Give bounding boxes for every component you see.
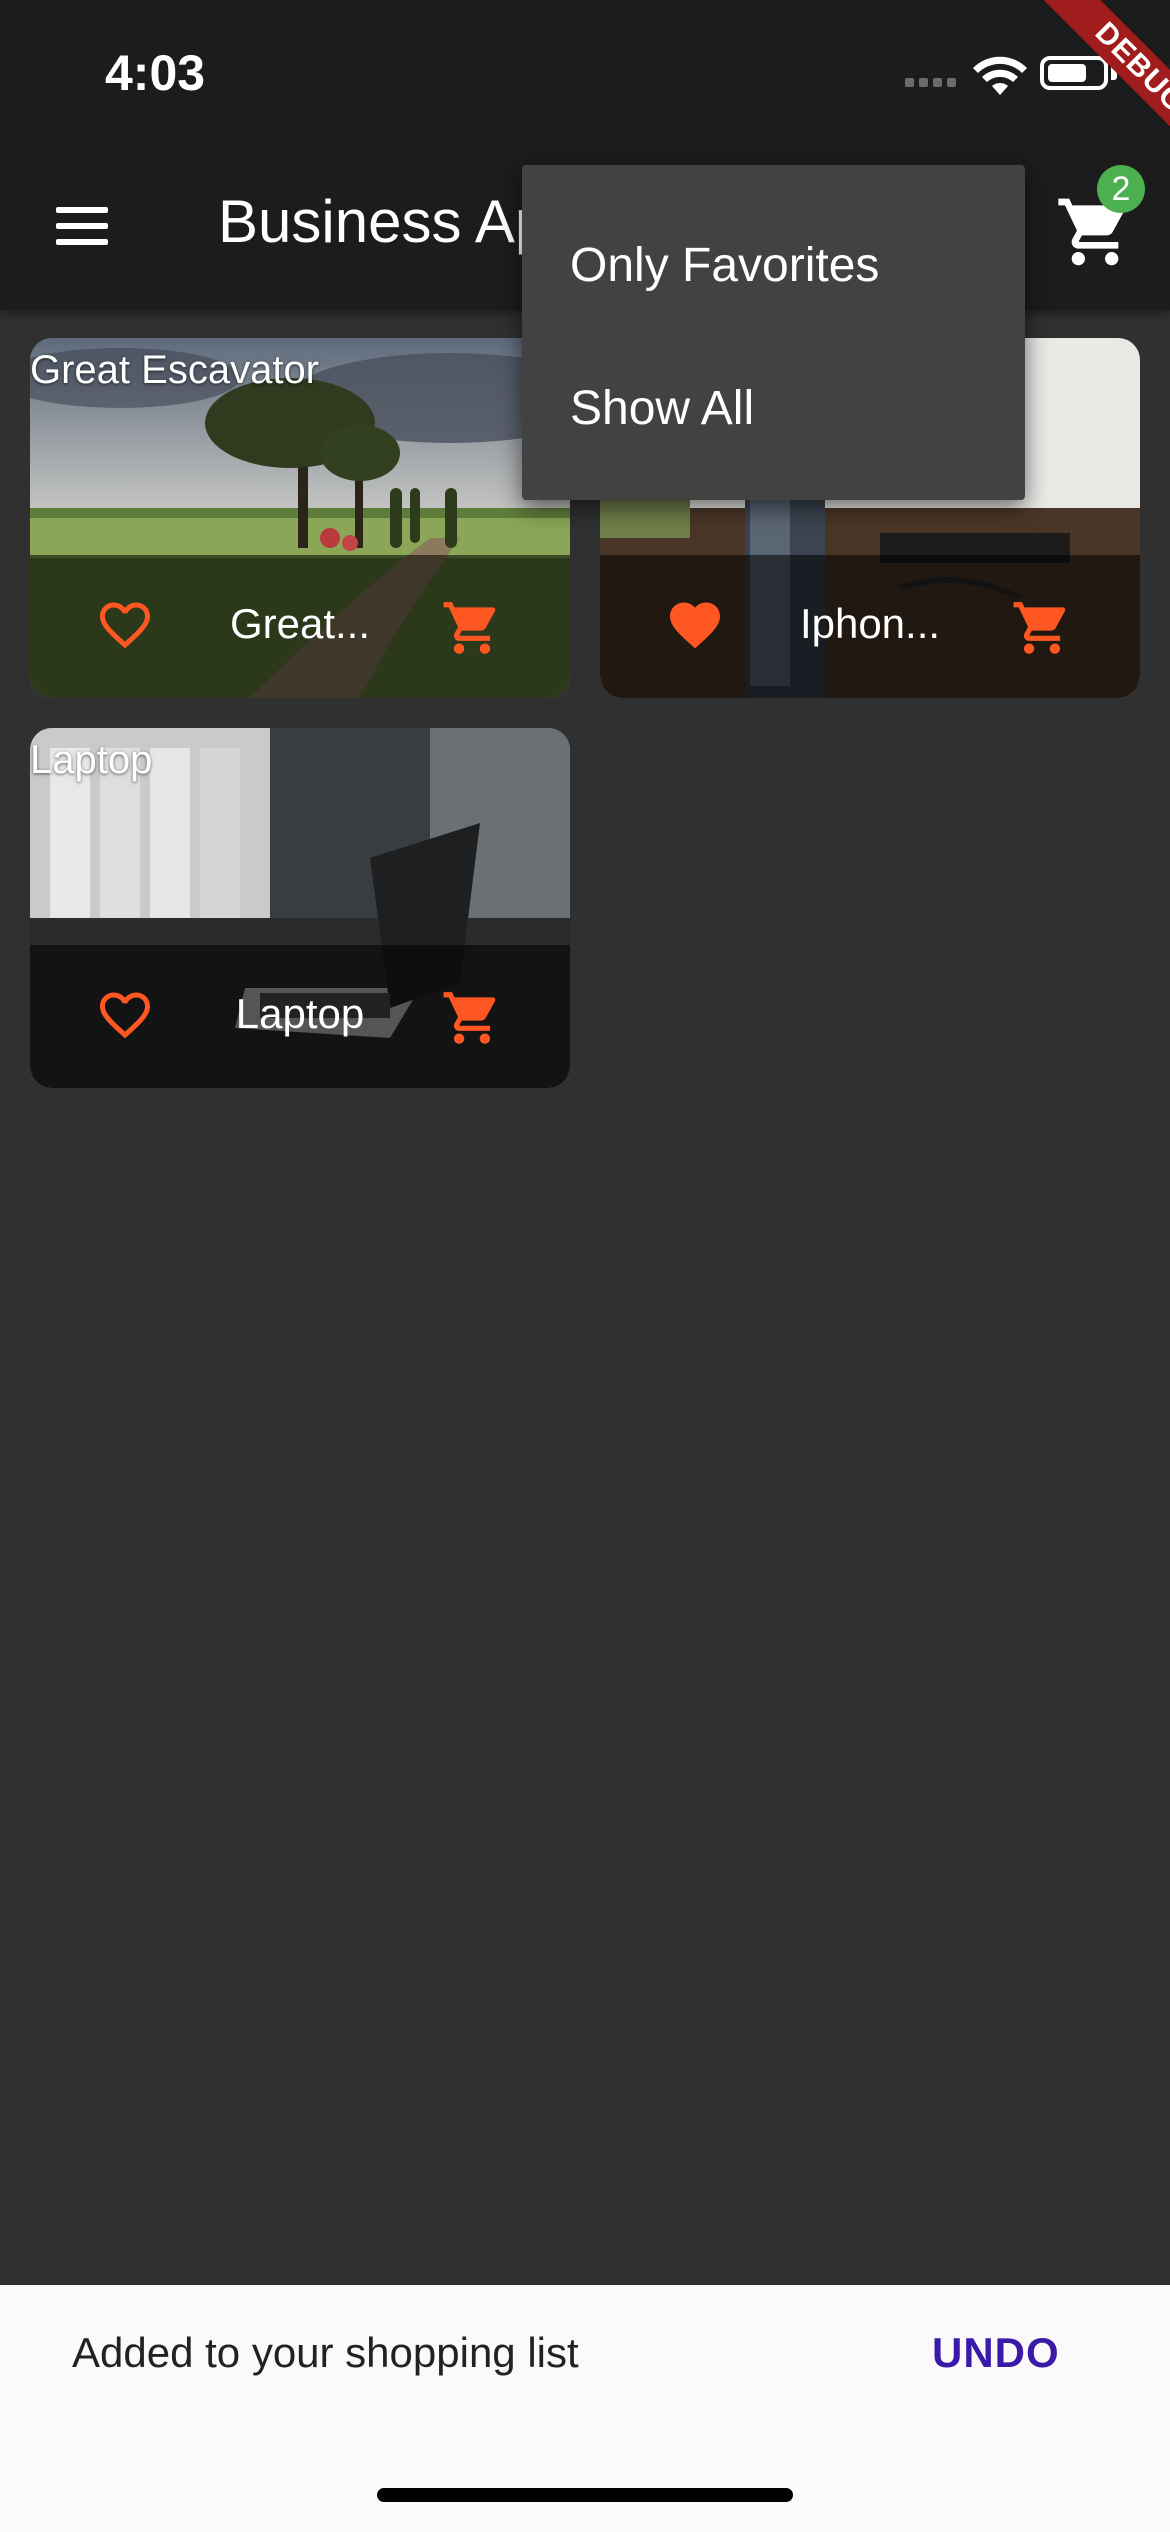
product-footer: Laptop [30, 945, 570, 1088]
menu-item-show-all[interactable]: Show All [522, 336, 1025, 481]
product-title: Laptop [235, 990, 365, 1037]
status-time: 4:03 [105, 45, 206, 101]
home-indicator[interactable] [377, 2488, 793, 2502]
product-overlay-label: Laptop [30, 738, 153, 782]
product-tile[interactable]: Laptop Laptop [30, 728, 570, 1088]
snackbar-message: Added to your shopping list [72, 2329, 579, 2376]
battery-icon [1040, 56, 1108, 90]
cart-count-badge: 2 [1097, 165, 1145, 213]
product-title: Iphon... [799, 600, 941, 647]
filter-popup-menu: Only Favorites Show All [522, 165, 1025, 500]
status-bar: 4:03 [0, 0, 1170, 145]
product-footer: Iphon... [600, 555, 1140, 698]
add-to-cart-icon[interactable] [440, 597, 504, 659]
wifi-icon [973, 56, 1027, 95]
product-overlay-label: Great Escavator [30, 348, 320, 392]
product-footer: Great... [30, 555, 570, 698]
cellular-signal-icon [905, 78, 956, 87]
favorite-border-icon[interactable] [92, 985, 158, 1045]
favorite-border-icon[interactable] [92, 595, 158, 655]
product-title: Great... [229, 600, 371, 647]
product-tile[interactable]: Great Escavator Great... [30, 338, 570, 698]
undo-button[interactable]: UNDO [932, 2329, 1060, 2377]
battery-cap [1111, 66, 1117, 80]
menu-item-only-favorites[interactable]: Only Favorites [522, 193, 1025, 338]
add-to-cart-icon[interactable] [440, 987, 504, 1049]
menu-icon[interactable] [52, 203, 112, 249]
favorite-icon[interactable] [662, 595, 728, 655]
add-to-cart-icon[interactable] [1010, 597, 1074, 659]
